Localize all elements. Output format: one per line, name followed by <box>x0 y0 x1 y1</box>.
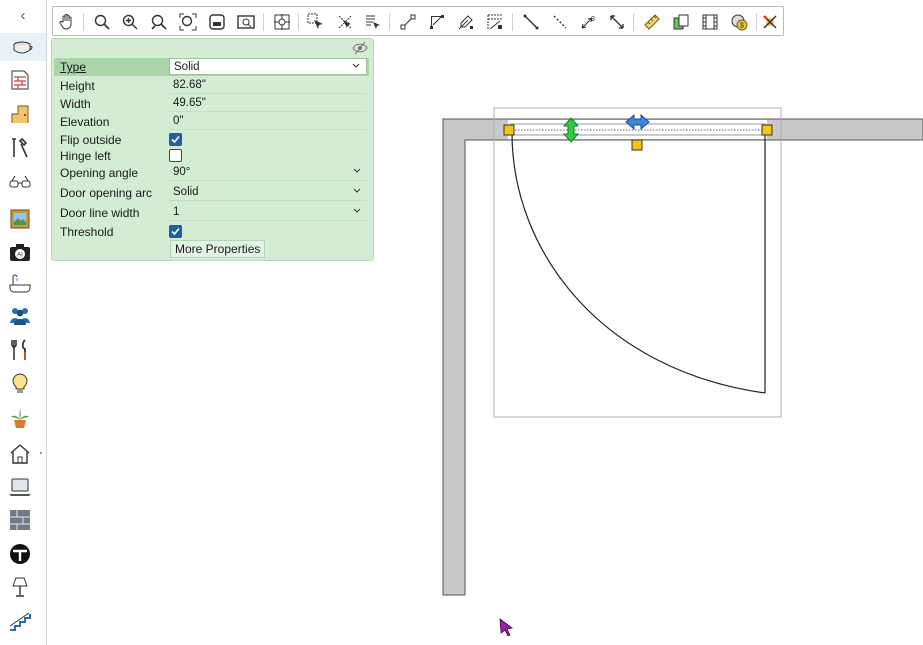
door-line-width-select[interactable]: 1 <box>169 204 367 221</box>
type-select[interactable]: Solid <box>169 58 367 75</box>
door-line-width-value: 1 <box>173 206 180 218</box>
elevation-input[interactable]: 0" <box>169 113 367 130</box>
property-row-opening-angle: Opening angle 90° <box>54 164 369 182</box>
flip-handle[interactable] <box>631 139 643 151</box>
property-row-more: More Properties <box>54 240 369 258</box>
chevron-down-icon <box>353 168 361 173</box>
property-row-door-line-width: Door line width 1 <box>54 204 369 222</box>
mouse-cursor-icon <box>499 618 513 636</box>
opening-angle-label: Opening angle <box>60 166 139 180</box>
opening-angle-value: 90° <box>173 166 191 178</box>
hinge-left-checkbox[interactable] <box>169 149 182 162</box>
door-opening-arc-label: Door opening arc <box>60 186 153 200</box>
flip-outside-label: Flip outside <box>60 133 122 147</box>
elevation-label: Elevation <box>60 115 110 129</box>
hide-eye-icon[interactable] <box>352 41 368 55</box>
threshold-checkbox[interactable] <box>169 225 182 238</box>
threshold-label: Threshold <box>60 225 114 239</box>
flip-outside-checkbox[interactable] <box>169 133 182 146</box>
selection-bounding-box <box>493 107 782 418</box>
property-row-elevation: Elevation 0" <box>54 113 369 131</box>
resize-handle-right[interactable] <box>761 124 773 136</box>
width-label: Width <box>60 97 91 111</box>
height-input[interactable]: 82.68" <box>169 77 367 94</box>
door-line-width-label: Door line width <box>60 206 140 220</box>
property-row-door-opening-arc: Door opening arc Solid <box>54 184 369 202</box>
width-input[interactable]: 49.65" <box>169 95 367 112</box>
door-opening-arc-select[interactable]: Solid <box>169 184 367 201</box>
checkmark-icon <box>171 135 180 144</box>
property-row-hinge-left: Hinge left <box>54 147 369 165</box>
type-label: Type <box>60 60 87 74</box>
property-row-type: Type Solid <box>54 58 369 76</box>
hinge-left-label: Hinge left <box>60 149 111 163</box>
opening-angle-select[interactable]: 90° <box>169 164 367 181</box>
height-label: Height <box>60 79 95 93</box>
chevron-down-icon <box>352 63 360 68</box>
checkmark-icon <box>171 227 180 236</box>
wall[interactable] <box>442 118 923 596</box>
door-properties-panel: Type Solid Height 82.68" Width 49.65" El… <box>51 38 374 261</box>
property-row-threshold: Threshold <box>54 223 369 241</box>
resize-handle-left[interactable] <box>503 124 515 136</box>
type-value: Solid <box>174 61 200 73</box>
chevron-down-icon <box>353 208 361 213</box>
more-properties-button[interactable]: More Properties <box>170 240 266 258</box>
door-opening-arc-value: Solid <box>173 186 199 198</box>
door-swing-arc <box>511 132 766 394</box>
property-row-width: Width 49.65" <box>54 95 369 113</box>
property-row-height: Height 82.68" <box>54 77 369 95</box>
chevron-down-icon <box>353 188 361 193</box>
